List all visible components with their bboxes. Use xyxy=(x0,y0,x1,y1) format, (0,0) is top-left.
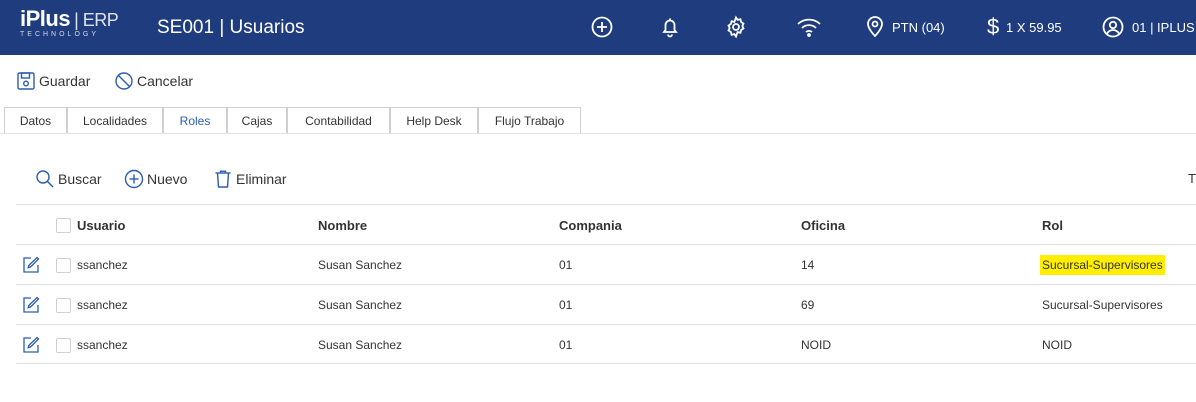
edit-icon[interactable] xyxy=(21,255,41,275)
cell-nombre: Susan Sanchez xyxy=(318,258,403,272)
cell-compania: 01 xyxy=(559,338,573,352)
user-circle-icon[interactable] xyxy=(1100,14,1126,40)
edit-icon[interactable] xyxy=(21,295,41,315)
table-bottom-border xyxy=(16,363,1196,364)
highlighted-rol: Sucursal-Supervisores xyxy=(1040,255,1165,275)
search-button[interactable]: Buscar xyxy=(35,168,102,190)
tab-divider xyxy=(0,133,1196,134)
cell-usuario: ssanchez xyxy=(77,258,128,272)
save-button[interactable]: Guardar xyxy=(16,70,90,92)
cell-oficina: 69 xyxy=(801,298,815,312)
gear-icon[interactable] xyxy=(723,14,749,40)
table-row[interactable]: ssanchez Susan Sanchez 01 NOID NOID xyxy=(16,324,1196,365)
table-row[interactable]: ssanchez Susan Sanchez 01 14 Sucursal-Su… xyxy=(16,244,1196,285)
cell-compania: 01 xyxy=(559,298,573,312)
search-label: Buscar xyxy=(58,171,102,187)
tab-datos[interactable]: Datos xyxy=(4,107,67,133)
cell-rol: NOID xyxy=(1042,338,1072,352)
tab-flujo-trabajo[interactable]: Flujo Trabajo xyxy=(478,107,581,133)
cell-oficina: NOID xyxy=(801,338,831,352)
logo-erp-text: | ERP xyxy=(74,10,119,30)
tab-contabilidad[interactable]: Contabilidad xyxy=(287,107,390,133)
dollar-icon: $ xyxy=(987,14,1000,39)
save-icon xyxy=(17,72,35,90)
tab-localidades[interactable]: Localidades xyxy=(67,107,163,133)
cell-rol: Sucursal-Supervisores xyxy=(1040,245,1165,285)
cell-nombre: Susan Sanchez xyxy=(318,298,403,312)
cell-usuario: ssanchez xyxy=(77,338,128,352)
save-label: Guardar xyxy=(39,73,91,89)
cell-nombre: Susan Sanchez xyxy=(318,338,403,352)
cancel-icon xyxy=(115,72,133,90)
column-header-compania[interactable]: Compania xyxy=(559,205,622,245)
table-header: Usuario Nombre Compania Oficina Rol xyxy=(16,204,1196,245)
column-header-nombre[interactable]: Nombre xyxy=(318,205,367,245)
cell-rol: Sucursal-Supervisores xyxy=(1042,298,1163,312)
top-bar: iPlus | ERP TECHNOLOGY SE001 | Usuarios P… xyxy=(0,0,1196,55)
logo-main-text: iPlus xyxy=(20,6,71,31)
plus-circle-icon xyxy=(124,169,144,189)
location-label[interactable]: PTN (04) xyxy=(892,20,945,35)
search-icon xyxy=(36,170,54,188)
edit-icon[interactable] xyxy=(21,335,41,355)
row-checkbox[interactable] xyxy=(56,258,71,273)
currency-rate[interactable]: 1 X 59.95 xyxy=(1006,20,1062,35)
cancel-label: Cancelar xyxy=(137,73,194,89)
cell-compania: 01 xyxy=(559,258,573,272)
add-circle-icon[interactable] xyxy=(589,14,615,40)
row-checkbox[interactable] xyxy=(56,298,71,313)
logo-sub-text: TECHNOLOGY xyxy=(20,31,100,38)
row-checkbox[interactable] xyxy=(56,338,71,353)
tab-roles[interactable]: Roles xyxy=(163,107,227,133)
cell-usuario: ssanchez xyxy=(77,298,128,312)
delete-label: Eliminar xyxy=(236,171,287,187)
delete-button[interactable]: Eliminar xyxy=(213,168,287,190)
column-header-rol[interactable]: Rol xyxy=(1042,205,1063,245)
cancel-button[interactable]: Cancelar xyxy=(114,70,193,92)
truncated-text: T xyxy=(1188,171,1196,186)
column-header-usuario[interactable]: Usuario xyxy=(77,205,125,245)
wifi-icon[interactable] xyxy=(793,14,825,40)
tab-cajas[interactable]: Cajas xyxy=(227,107,287,133)
tab-help-desk[interactable]: Help Desk xyxy=(390,107,478,133)
trash-icon xyxy=(215,170,231,188)
bell-icon[interactable] xyxy=(657,14,683,40)
select-all-checkbox[interactable] xyxy=(56,218,71,233)
user-label[interactable]: 01 | IPLUS V xyxy=(1132,20,1196,35)
location-pin-icon[interactable] xyxy=(862,14,888,40)
table-row[interactable]: ssanchez Susan Sanchez 01 69 Sucursal-Su… xyxy=(16,284,1196,325)
new-label: Nuevo xyxy=(147,171,188,187)
iplus-logo: iPlus | ERP TECHNOLOGY xyxy=(20,6,119,48)
new-button[interactable]: Nuevo xyxy=(124,168,187,190)
page-title: SE001 | Usuarios xyxy=(157,17,305,38)
column-header-oficina[interactable]: Oficina xyxy=(801,205,845,245)
cell-oficina: 14 xyxy=(801,258,815,272)
